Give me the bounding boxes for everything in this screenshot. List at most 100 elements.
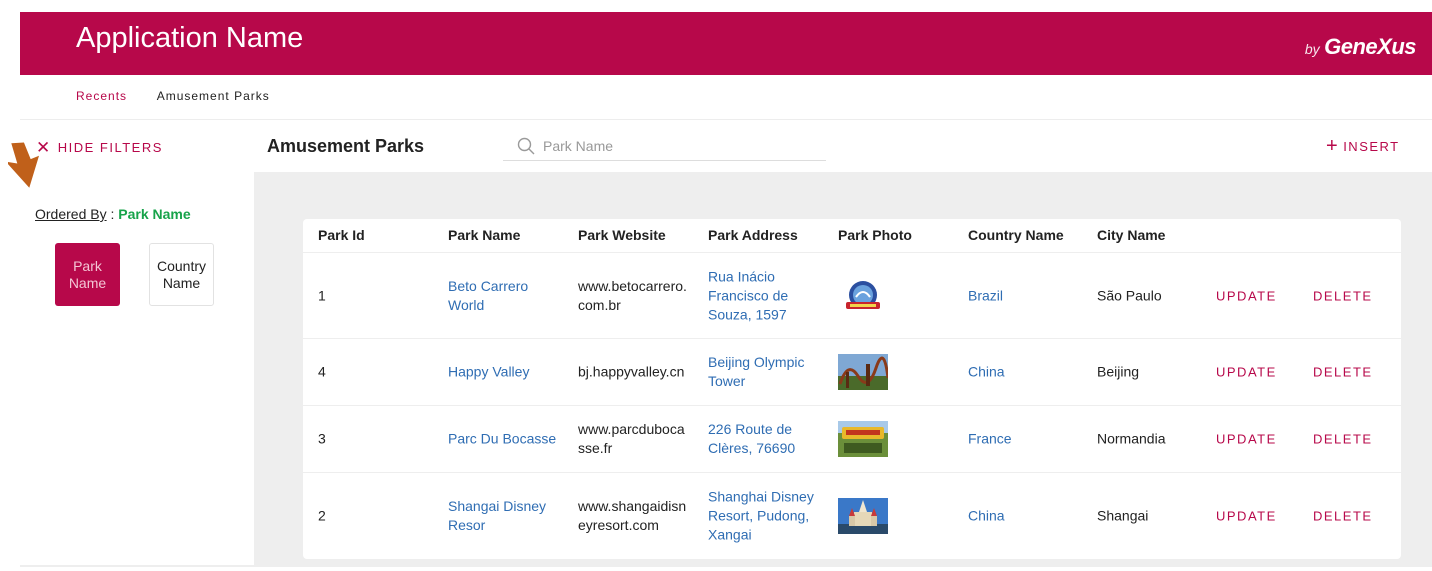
- park-address-link[interactable]: Rua Inácio Francisco de Souza, 1597: [708, 267, 788, 324]
- column-park-photo[interactable]: Park Photo: [838, 227, 912, 243]
- update-button[interactable]: UPDATE: [1216, 286, 1277, 305]
- country-name-link[interactable]: China: [968, 363, 1005, 382]
- park-address-link[interactable]: Beijing Olympic Tower: [708, 353, 804, 391]
- delete-button[interactable]: DELETE: [1313, 507, 1373, 526]
- park-name-line: Resor: [448, 517, 486, 533]
- park-website-line: sse.fr: [578, 440, 613, 456]
- park-photo-happy-valley: [838, 354, 888, 390]
- breadcrumb-recents[interactable]: Recents: [76, 89, 127, 103]
- column-country-name[interactable]: Country Name: [968, 227, 1064, 243]
- column-city-name[interactable]: City Name: [1097, 227, 1165, 243]
- app-header: Application Name by GeneXus: [20, 12, 1432, 75]
- country-name-link[interactable]: China: [968, 507, 1005, 526]
- delete-button[interactable]: DELETE: [1313, 363, 1373, 382]
- order-option-line1: Park: [73, 257, 102, 274]
- park-name-line: World: [448, 296, 485, 313]
- update-button[interactable]: UPDATE: [1216, 430, 1277, 449]
- park-address-line: Tower: [708, 373, 746, 389]
- ordered-by: Ordered By : Park Name: [35, 206, 191, 222]
- search-input[interactable]: [543, 137, 803, 154]
- order-park-name-button[interactable]: Park Name: [55, 243, 120, 306]
- insert-label: INSERT: [1343, 138, 1400, 154]
- park-address-link[interactable]: Shanghai Disney Resort, Pudong, Xangai: [708, 488, 814, 545]
- park-id: 1: [318, 287, 326, 303]
- park-name-link[interactable]: Beto Carrero World: [448, 277, 528, 315]
- park-website: www.shangaidisn eyresort.com: [578, 497, 686, 535]
- park-id: 2: [318, 507, 326, 524]
- city-name: Shangai: [1097, 507, 1149, 524]
- table-row: 3 Parc Du Bocasse www.parcduboca sse.fr 2…: [303, 406, 1401, 473]
- city-name: Normandia: [1097, 430, 1166, 447]
- grid-card: Park Id Park Name Park Website Park Addr…: [303, 219, 1401, 559]
- filters-panel: Ordered By : Park Name Park Name Country N…: [20, 172, 254, 565]
- park-address-line: Francisco de: [708, 287, 789, 303]
- park-address-line: 226 Route de: [708, 421, 793, 437]
- order-option-line1: Country: [156, 257, 207, 274]
- update-button[interactable]: UPDATE: [1216, 507, 1277, 526]
- column-park-website[interactable]: Park Website: [578, 227, 666, 243]
- insert-button[interactable]: + INSERT: [1326, 136, 1400, 156]
- brand-name: GeneXus: [1324, 34, 1416, 59]
- country-name-link[interactable]: France: [968, 430, 1012, 449]
- column-park-address[interactable]: Park Address: [708, 227, 798, 243]
- country-name-link[interactable]: Brazil: [968, 286, 1003, 305]
- park-photo-beto-carrero: [846, 280, 880, 309]
- ordered-by-value: Park Name: [118, 206, 191, 222]
- park-website-line: www.shangaidisn: [578, 498, 687, 514]
- park-name-line: Shangai Disney: [448, 498, 547, 514]
- park-website: bj.happyvalley.cn: [578, 363, 684, 382]
- hide-filters-button[interactable]: ✕ HIDE FILTERS: [36, 139, 163, 156]
- app-title[interactable]: Application Name: [76, 22, 303, 55]
- park-website-line: bj.happyvalley.cn: [578, 363, 685, 380]
- ordered-by-label: Ordered By: [35, 206, 107, 222]
- ordered-by-separator: :: [106, 206, 119, 222]
- city-name: São Paulo: [1097, 287, 1162, 303]
- order-option-line2: Name: [68, 274, 107, 291]
- park-address-line: Xangai: [708, 526, 752, 543]
- park-photo-shanghai-disney: [838, 498, 888, 534]
- delete-button[interactable]: DELETE: [1313, 430, 1373, 449]
- column-park-name[interactable]: Park Name: [448, 227, 520, 243]
- park-website: www.parcduboca sse.fr: [578, 420, 685, 458]
- order-option-line2: Name: [162, 274, 201, 291]
- park-website: www.betocarrero. com.br: [578, 277, 687, 315]
- brand-by: by: [1304, 41, 1320, 57]
- delete-button[interactable]: DELETE: [1313, 286, 1373, 305]
- park-website-line: com.br: [578, 296, 621, 313]
- park-id: 4: [318, 363, 326, 380]
- brand-logo: by GeneXus: [1304, 34, 1417, 60]
- park-name-line: Parc Du Bocasse: [448, 430, 557, 447]
- table-row: 1 Beto Carrero World www.betocarrero. com.…: [303, 253, 1401, 339]
- park-website-line: eyresort.com: [578, 517, 659, 533]
- table-header: Park Id Park Name Park Website Park Addr…: [303, 219, 1401, 253]
- breadcrumb-current: Amusement Parks: [156, 89, 270, 103]
- park-address-link[interactable]: 226 Route de Clères, 76690: [708, 420, 795, 458]
- park-website-line: www.parcduboca: [578, 421, 685, 437]
- bottom-divider: [20, 565, 1432, 567]
- park-address-line: Shanghai Disney: [708, 488, 814, 505]
- search-bar: [503, 131, 826, 161]
- park-address-line: Clères, 76690: [708, 440, 796, 456]
- park-name-line: Beto Carrero: [448, 277, 529, 294]
- update-button[interactable]: UPDATE: [1216, 363, 1277, 382]
- park-name-link[interactable]: Happy Valley: [448, 363, 529, 382]
- column-park-id[interactable]: Park Id: [318, 227, 365, 243]
- park-website-line: www.betocarrero.: [578, 277, 687, 294]
- breadcrumb: Recents Amusement Parks: [76, 89, 270, 103]
- park-address-line: Rua Inácio: [708, 268, 775, 284]
- park-name-link[interactable]: Shangai Disney Resor: [448, 497, 546, 535]
- park-photo-parc-du-bocasse: [838, 421, 888, 457]
- city-name: Beijing: [1097, 363, 1140, 380]
- header-divider: [20, 119, 1432, 120]
- down-arrow-icon: [8, 142, 40, 188]
- hide-filters-label: HIDE FILTERS: [57, 140, 163, 155]
- plus-icon: +: [1326, 135, 1340, 157]
- search-icon: [517, 137, 535, 154]
- park-address-line: Resort, Pudong,: [708, 507, 810, 524]
- table-row: 2 Shangai Disney Resor www.shangaidisn eyr…: [303, 473, 1401, 559]
- park-id: 3: [318, 430, 326, 447]
- park-address-line: Souza, 1597: [708, 306, 787, 322]
- park-name-line: Happy Valley: [448, 363, 530, 380]
- order-country-name-button[interactable]: Country Name: [149, 243, 214, 306]
- park-name-link[interactable]: Parc Du Bocasse: [448, 430, 556, 449]
